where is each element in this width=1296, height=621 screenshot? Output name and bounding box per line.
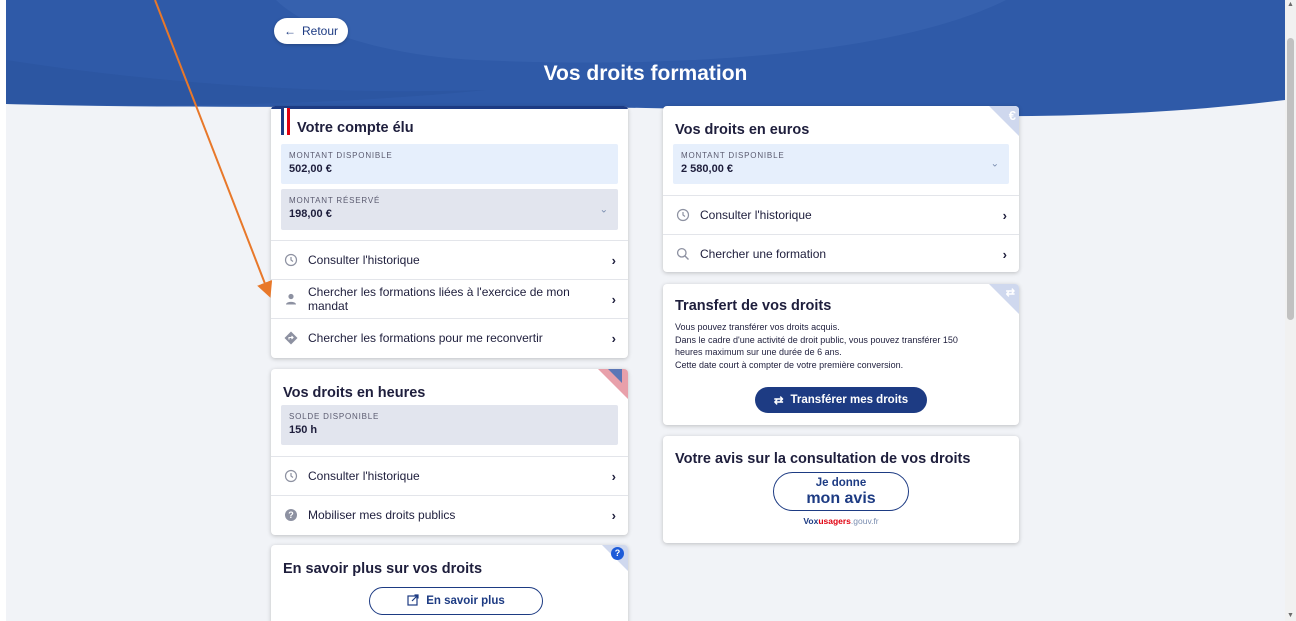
svg-text:?: ? [288, 510, 294, 520]
card-en-savoir-plus: ? En savoir plus sur vos droits En savoi… [271, 545, 628, 621]
reserved-amount-value: 198,00 € [289, 208, 332, 220]
transfer-icon: ⇄ [1005, 287, 1015, 299]
card-transfert: ⇄ Transfert de vos droits Vous pouvez tr… [663, 284, 1019, 425]
card-droits-euros: € Vos droits en euros MONTANT DISPONIBLE… [663, 106, 1019, 272]
usagers-text: usagers [818, 516, 851, 526]
transfer-rights-button[interactable]: ⇄ Transférer mes droits [755, 387, 927, 413]
row-label: Mobiliser mes droits publics [308, 508, 456, 522]
reserved-amount-label: MONTANT RÉSERVÉ [289, 196, 381, 205]
transfer-line: heures maximum sur une durée de 6 ans. [675, 347, 842, 357]
euros-available-label: MONTANT DISPONIBLE [681, 151, 785, 160]
hours-balance-label: SOLDE DISPONIBLE [289, 412, 380, 421]
row-label: Consulter l'historique [308, 253, 420, 267]
euros-available-value: 2 580,00 € [681, 163, 733, 175]
direction-icon [283, 330, 299, 346]
transfer-line: Dans le cadre d'une activité de droit pu… [675, 334, 958, 345]
scrollbar-thumb[interactable] [1287, 38, 1294, 320]
euros-history-link[interactable]: Consulter l'historique › [663, 195, 1019, 234]
transfer-description: Vous pouvez transférer vos droits acquis… [675, 321, 958, 371]
person-icon [283, 291, 299, 307]
chevron-down-icon: ⌄ [990, 158, 999, 170]
card-heures-title: Vos droits en heures [283, 385, 426, 401]
card-transfert-title: Transfert de vos droits [675, 298, 832, 314]
available-amount-label: MONTANT DISPONIBLE [289, 151, 393, 160]
transfer-line: Vous pouvez transférer vos droits acquis… [675, 322, 840, 332]
available-amount-field: MONTANT DISPONIBLE 502,00 € [281, 144, 618, 184]
card-avis-title: Votre avis sur la consultation de vos dr… [675, 451, 971, 467]
chevron-right-icon: › [611, 507, 616, 523]
give-feedback-button[interactable]: Je donne mon avis [773, 472, 909, 511]
card-droits-heures: Vos droits en heures SOLDE DISPONIBLE 15… [271, 369, 628, 535]
history-icon [283, 252, 299, 268]
euros-available-field[interactable]: MONTANT DISPONIBLE 2 580,00 € ⌄ [673, 144, 1009, 184]
arrow-left-icon: ← [283, 24, 296, 38]
navy-top-border [271, 106, 628, 109]
card-compte-elu: Votre compte élu MONTANT DISPONIBLE 502,… [271, 106, 628, 358]
chevron-right-icon: › [1002, 246, 1007, 262]
external-link-icon [407, 593, 419, 609]
help-icon: ? [611, 547, 624, 560]
elu-reconversion-link[interactable]: Chercher les formations pour me reconver… [271, 318, 628, 357]
chevron-right-icon: › [611, 252, 616, 268]
row-label: Consulter l'historique [308, 469, 420, 483]
euro-icon: € [1008, 108, 1016, 123]
elu-history-link[interactable]: Consulter l'historique › [271, 240, 628, 279]
learn-more-button[interactable]: En savoir plus [369, 587, 543, 615]
chevron-right-icon: › [611, 330, 616, 346]
hours-balance-value: 150 h [289, 424, 318, 436]
back-button-label: Retour [301, 24, 339, 38]
history-icon [283, 468, 299, 484]
row-label: Chercher les formations liées à l'exerci… [308, 285, 570, 313]
chevron-right-icon: › [611, 468, 616, 484]
french-flag-icon [281, 108, 290, 135]
hours-balance-field: SOLDE DISPONIBLE 150 h [281, 405, 618, 445]
back-button[interactable]: ← Retour [274, 18, 348, 44]
card-elu-title: Votre compte élu [297, 120, 414, 136]
history-icon [675, 207, 691, 223]
feedback-line-1: Je donne [815, 477, 867, 489]
voxusagers-logo: Voxusagers.gouv.fr [663, 516, 1019, 526]
page-viewport: ← Retour Vos droits formation Votre comp… [6, 0, 1285, 621]
card-votre-avis: Votre avis sur la consultation de vos dr… [663, 436, 1019, 543]
search-icon [675, 246, 691, 262]
feedback-line-2: mon avis [806, 490, 876, 507]
available-amount-value: 502,00 € [289, 163, 332, 175]
corner-decoration [608, 369, 622, 383]
chevron-right-icon: › [1002, 207, 1007, 223]
transfer-icon: ⇄ [773, 395, 784, 407]
card-euros-title: Vos droits en euros [675, 122, 810, 138]
scroll-up-arrow-icon[interactable]: ▲ [1285, 0, 1296, 10]
search-training-link[interactable]: Chercher une formation › [663, 234, 1019, 272]
transfer-rights-label: Transférer mes droits [790, 394, 909, 406]
card-savoir-title: En savoir plus sur vos droits [283, 561, 483, 577]
elu-mandate-trainings-link[interactable]: Chercher les formations liées à l'exerci… [271, 279, 628, 318]
learn-more-label: En savoir plus [426, 595, 505, 607]
chevron-right-icon: › [611, 291, 616, 307]
row-label: Chercher les formations pour me reconver… [308, 331, 543, 345]
hours-history-link[interactable]: Consulter l'historique › [271, 456, 628, 495]
row-label: Consulter l'historique [700, 208, 812, 222]
row-label: Chercher une formation [700, 247, 827, 261]
vertical-scrollbar[interactable]: ▲ ▼ [1285, 0, 1296, 621]
chevron-down-icon: ⌄ [599, 204, 608, 215]
reserved-amount-field[interactable]: MONTANT RÉSERVÉ 198,00 € ⌄ [281, 189, 618, 230]
vox-text: Vox [803, 516, 819, 526]
transfer-line: Cette date court à compter de votre prem… [675, 359, 904, 370]
question-icon: ? [283, 507, 299, 523]
page-title: Vos droits formation [543, 62, 748, 85]
mobilize-public-rights-link[interactable]: ? Mobiliser mes droits publics › [271, 495, 628, 534]
gouv-domain-text: .gouv.fr [850, 516, 879, 526]
scroll-down-arrow-icon[interactable]: ▼ [1285, 611, 1296, 621]
